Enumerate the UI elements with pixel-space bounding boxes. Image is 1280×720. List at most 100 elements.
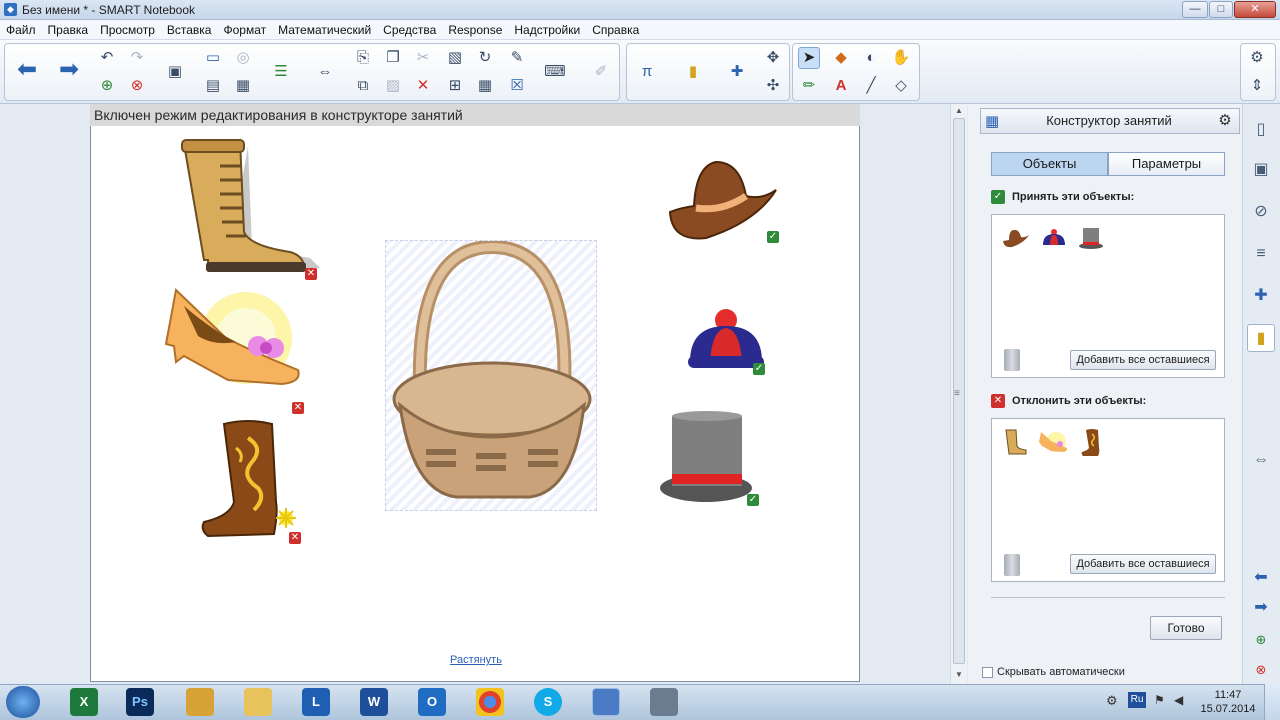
keyboard-icon[interactable]: ⌨ xyxy=(544,61,566,83)
autohide-checkbox[interactable] xyxy=(982,666,993,678)
add-page-icon[interactable]: ⊕ xyxy=(96,75,118,97)
page-sorter-tab-icon[interactable]: ▯ xyxy=(1247,116,1275,144)
scroll-down-icon[interactable]: ▼ xyxy=(954,670,964,680)
screen-capture-icon[interactable]: ◎ xyxy=(232,47,254,69)
maximize-button[interactable]: □ xyxy=(1209,1,1233,18)
reject-thumb-cowboy-boot[interactable] xyxy=(1080,428,1104,458)
select-arrow-icon[interactable]: ➤ xyxy=(798,47,820,69)
gear-icon[interactable]: ⚙ xyxy=(1246,47,1268,69)
taskbar-skype-icon[interactable]: S xyxy=(534,688,562,716)
display-icon[interactable]: ▦ xyxy=(232,75,254,97)
menu-view[interactable]: Просмотр xyxy=(100,23,155,37)
tray-volume-icon[interactable]: ◀ xyxy=(1174,693,1183,707)
stretch-link[interactable]: Растянуть xyxy=(450,654,502,666)
attachments-tab-icon[interactable]: ⊘ xyxy=(1247,198,1275,226)
tab-parameters[interactable]: Параметры xyxy=(1108,152,1225,176)
panel-swap-side-icon[interactable]: ⇔ xyxy=(1247,446,1275,474)
taskbar-app-icon[interactable] xyxy=(186,688,214,716)
done-button[interactable]: Готово xyxy=(1150,616,1222,640)
scroll-up-icon[interactable]: ▲ xyxy=(954,106,964,116)
taskbar-outlook-icon[interactable]: O xyxy=(418,688,446,716)
properties-tab-icon[interactable]: ≡ xyxy=(1247,240,1275,268)
move-down-icon[interactable]: ✣ xyxy=(762,75,784,97)
pens-icon[interactable]: ✏ xyxy=(798,75,820,97)
toolbar-move-icon[interactable]: ⇕ xyxy=(1246,75,1268,97)
addons-tab-icon[interactable]: ✚ xyxy=(1247,282,1275,310)
copy-icon[interactable]: ⧉ xyxy=(352,75,374,97)
undo-icon[interactable]: ↶ xyxy=(96,47,118,69)
taskbar-photoshop-icon[interactable]: Ps xyxy=(126,688,154,716)
tray-network-icon[interactable]: ⚙ xyxy=(1106,693,1118,709)
fill-icon[interactable]: ✋ xyxy=(890,47,912,69)
menu-file[interactable]: Файл xyxy=(6,23,36,37)
menu-format[interactable]: Формат xyxy=(223,23,266,37)
taskbar-lync-icon[interactable]: L xyxy=(302,688,330,716)
language-indicator[interactable]: Ru xyxy=(1128,692,1146,708)
taskbar-chrome-icon[interactable] xyxy=(476,688,504,716)
basket-target-frame[interactable] xyxy=(385,239,597,511)
canvas-item-cowboy-boot[interactable] xyxy=(200,418,298,542)
add-page-small-icon[interactable]: ⊕ xyxy=(1247,626,1275,654)
line-tool-icon[interactable]: ╱ xyxy=(860,75,882,97)
panel-splitter-icon[interactable]: ≡ xyxy=(954,388,960,399)
tab-objects[interactable]: Объекты xyxy=(991,152,1108,176)
menu-response[interactable]: Response xyxy=(448,23,502,37)
menu-tools[interactable]: Средства xyxy=(383,23,436,37)
menu-math[interactable]: Математический xyxy=(278,23,371,37)
accept-trash-icon[interactable] xyxy=(1004,349,1020,371)
autohide-option[interactable]: Скрывать автоматически xyxy=(982,666,1125,678)
math-icon[interactable]: π xyxy=(636,61,658,83)
crop-icon[interactable]: ⊞ xyxy=(444,75,466,97)
reject-thumb-lace-boot[interactable] xyxy=(1002,428,1028,456)
accept-thumb-top-hat[interactable] xyxy=(1078,226,1104,250)
clone-icon[interactable]: ❐ xyxy=(382,47,404,69)
menu-edit[interactable]: Правка xyxy=(48,23,89,37)
taskbar-excel-icon[interactable]: X xyxy=(70,688,98,716)
rotate-icon[interactable]: ↻ xyxy=(474,47,496,69)
delete-page-small-icon[interactable]: ⊗ xyxy=(1247,656,1275,684)
menu-addons[interactable]: Надстройки xyxy=(514,23,580,37)
addon-puzzle-icon[interactable]: ✚ xyxy=(726,61,748,83)
delete-icon[interactable]: ✕ xyxy=(412,75,434,97)
canvas-item-top-hat[interactable] xyxy=(658,410,758,504)
close-box-icon[interactable]: ☒ xyxy=(506,75,528,97)
redo-icon[interactable]: ↷ xyxy=(126,47,148,69)
menu-help[interactable]: Справка xyxy=(592,23,639,37)
reject-trash-icon[interactable] xyxy=(1004,554,1020,576)
taskbar-word-icon[interactable]: W xyxy=(360,688,388,716)
start-button-icon[interactable] xyxy=(6,686,40,718)
shapes-icon[interactable]: ◆ xyxy=(830,47,852,69)
tray-flag-icon[interactable]: ⚑ xyxy=(1154,693,1165,707)
prev-page-small-icon[interactable]: ⬅ xyxy=(1247,564,1275,592)
resize-icon[interactable]: ⇔ xyxy=(314,61,336,83)
accept-thumb-cowboy-hat[interactable] xyxy=(1002,228,1030,248)
show-desktop-button[interactable] xyxy=(1264,684,1280,720)
save-icon[interactable]: ▣ xyxy=(164,61,186,83)
previous-page-icon[interactable]: ⬅ xyxy=(12,55,42,85)
canvas-item-high-heel[interactable] xyxy=(162,286,304,390)
screen-shade-icon[interactable]: ▭ xyxy=(202,47,224,69)
taskbar-tools-icon[interactable] xyxy=(650,688,678,716)
lesson-activity-icon[interactable]: ▮ xyxy=(682,61,704,83)
insert-image-icon[interactable]: ▧ xyxy=(444,47,466,69)
group-icon[interactable]: ▨ xyxy=(382,75,404,97)
cut-icon[interactable]: ✂ xyxy=(412,47,434,69)
move-up-icon[interactable]: ✥ xyxy=(762,47,784,69)
next-page-small-icon[interactable]: ➡ xyxy=(1247,594,1275,622)
canvas-item-cowboy-hat[interactable] xyxy=(666,156,778,242)
pen-off-icon[interactable]: ✐ xyxy=(590,61,612,83)
gallery-tab-icon[interactable]: ▣ xyxy=(1247,156,1275,184)
canvas-item-lace-boot[interactable] xyxy=(170,136,320,278)
taskbar-smart-notebook-icon[interactable] xyxy=(592,688,620,716)
paste-icon[interactable]: ⎘ xyxy=(352,47,374,69)
text-tool-icon[interactable]: A xyxy=(830,75,852,97)
eraser-icon[interactable]: ◐ xyxy=(860,47,882,69)
menu-insert[interactable]: Вставка xyxy=(167,23,212,37)
grid-icon[interactable]: ▦ xyxy=(474,75,496,97)
table-icon[interactable]: ☰ xyxy=(270,61,292,83)
properties-icon[interactable]: ✎ xyxy=(506,47,528,69)
panel-gear-icon[interactable]: ⚙ xyxy=(1213,111,1237,131)
taskbar-explorer-icon[interactable] xyxy=(244,688,272,716)
magic-pen-icon[interactable]: ◇ xyxy=(890,75,912,97)
close-button[interactable]: ✕ xyxy=(1234,1,1276,18)
